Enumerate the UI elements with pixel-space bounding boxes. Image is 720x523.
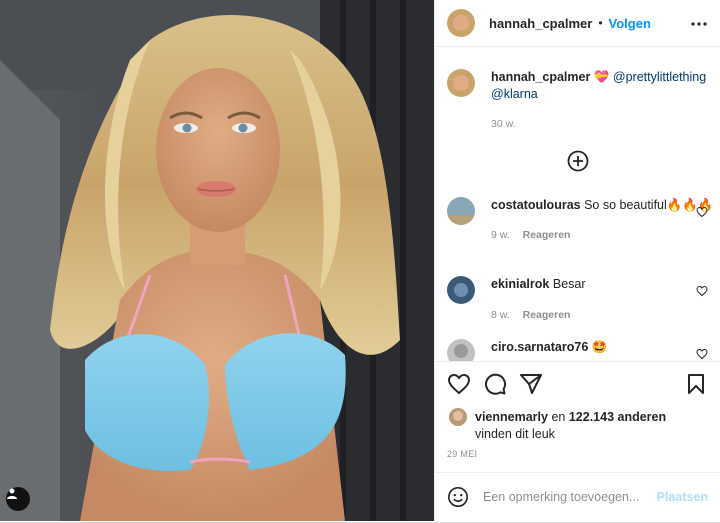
comment-time: 9 w.: [491, 229, 510, 241]
load-more-comments-button[interactable]: [435, 150, 720, 172]
comment-username[interactable]: ekinialrok: [491, 277, 549, 291]
avatar[interactable]: [447, 9, 475, 37]
caption-mention[interactable]: @klarna: [491, 87, 538, 101]
user-tag-icon: [7, 488, 17, 499]
avatar[interactable]: [449, 408, 467, 426]
post-actions: [435, 361, 720, 406]
comment-body: costatoulouras So so beautiful🔥🔥🔥 9 w. R…: [491, 197, 714, 244]
post-photo[interactable]: [0, 0, 434, 521]
photo-illustration: [0, 0, 434, 521]
caption-time: 30 w.: [491, 118, 516, 130]
reply-button[interactable]: Reageren: [523, 309, 571, 321]
comment-item: costatoulouras So so beautiful🔥🔥🔥 9 w. R…: [447, 197, 714, 244]
comment-item: ekinialrok Besar 8 w. Reageren: [447, 276, 714, 324]
likes-suffix: vinden dit leuk: [475, 427, 555, 441]
comment-composer: Plaatsen: [435, 472, 720, 521]
bookmark-icon: [688, 374, 704, 394]
comment-item: ciro.sarnataro76 🤩: [447, 339, 714, 361]
follow-button[interactable]: Volgen: [609, 16, 651, 31]
comments-list[interactable]: hannah_cpalmer 💝 @prettylittlething @kla…: [435, 47, 720, 361]
comment-icon: [485, 373, 507, 395]
instagram-post: hannah_cpalmer • Volgen hannah_cpalmer 💝…: [0, 0, 720, 523]
save-button[interactable]: [684, 372, 708, 396]
likes-connector: en: [551, 410, 566, 424]
user-tag-button[interactable]: [6, 487, 30, 511]
heart-icon: [696, 285, 708, 297]
plus-circle-icon: [567, 150, 588, 172]
comment-like-button[interactable]: [696, 205, 708, 223]
avatar[interactable]: [447, 197, 475, 225]
header-separator: •: [598, 16, 603, 30]
comment-like-button[interactable]: [696, 284, 708, 302]
comment-username[interactable]: costatoulouras: [491, 198, 581, 212]
comment-body: ciro.sarnataro76 🤩: [491, 339, 714, 361]
comment-meta: 9 w. Reageren: [491, 227, 714, 244]
caption: hannah_cpalmer 💝 @prettylittlething @kla…: [447, 69, 714, 133]
avatar[interactable]: [447, 276, 475, 304]
caption-username[interactable]: hannah_cpalmer: [491, 70, 590, 84]
caption-body: hannah_cpalmer 💝 @prettylittlething @kla…: [491, 69, 714, 133]
comment-like-button[interactable]: [696, 347, 708, 361]
like-button[interactable]: [447, 372, 471, 396]
comment-body: ekinialrok Besar 8 w. Reageren: [491, 276, 714, 324]
share-icon: [520, 374, 542, 394]
comment-text: Besar: [552, 277, 586, 291]
likes-user[interactable]: viennemarly: [475, 409, 548, 425]
comment-input[interactable]: [483, 490, 657, 504]
comment-text: 🤩: [591, 340, 608, 354]
likes-count[interactable]: 122.143 anderen: [569, 409, 666, 425]
heart-emoji-icon: 💝: [593, 70, 610, 84]
caption-meta: 30 w.: [491, 116, 714, 133]
emoji-button[interactable]: [447, 486, 469, 508]
comment-meta: 8 w. Reageren: [491, 307, 714, 324]
heart-icon: [696, 348, 708, 360]
reply-button[interactable]: Reageren: [523, 229, 571, 241]
heart-icon: [447, 373, 471, 395]
more-horizontal-icon: [691, 22, 707, 26]
post-side-panel: hannah_cpalmer • Volgen hannah_cpalmer 💝…: [434, 0, 720, 521]
more-options-button[interactable]: [690, 14, 708, 32]
share-button[interactable]: [519, 372, 543, 396]
comment-username[interactable]: ciro.sarnataro76: [491, 340, 588, 354]
comment-time: 8 w.: [491, 309, 510, 321]
header-username[interactable]: hannah_cpalmer: [489, 16, 592, 31]
heart-icon: [696, 206, 708, 218]
post-comment-button[interactable]: Plaatsen: [657, 490, 708, 504]
caption-mention[interactable]: @prettylittlething: [613, 70, 706, 84]
emoji-icon: [448, 487, 468, 507]
likes-summary: viennemarly en 122.143 anderen vinden di…: [449, 408, 708, 442]
comment-text: So so beautiful🔥🔥🔥: [584, 198, 714, 212]
avatar[interactable]: [447, 339, 475, 361]
comment-button[interactable]: [483, 372, 507, 396]
avatar[interactable]: [447, 69, 475, 97]
post-header: hannah_cpalmer • Volgen: [435, 0, 720, 47]
post-date[interactable]: 29 MEI: [447, 449, 477, 459]
